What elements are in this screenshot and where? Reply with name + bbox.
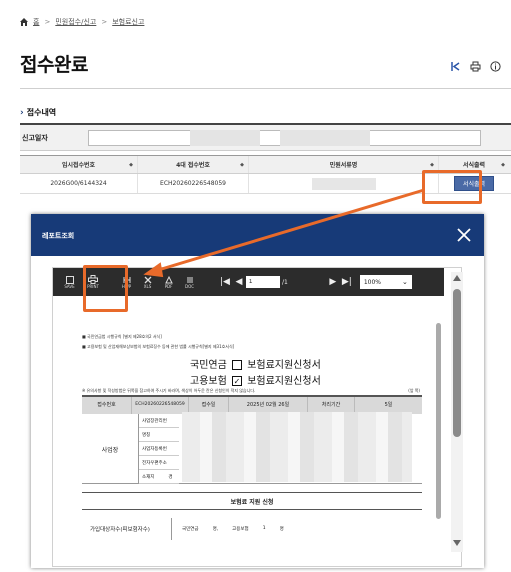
business-sub-label: 전자우편주소 (139, 456, 179, 470)
business-sub-label: 소재지 경 (139, 470, 179, 484)
xls-label: XLS (143, 283, 152, 289)
dialog-header: 레포트조회 (31, 214, 484, 256)
breadcrumb: 홈 > 민원접수/신고 > 보험료신고 (20, 17, 144, 27)
doc-page-side: (앞 쪽) (408, 388, 420, 393)
search-panel: 신고일자 (20, 123, 511, 151)
business-sub-label: 사업장관리번 (139, 414, 179, 428)
doc-section-title: 보험료 지원 신청 (82, 492, 422, 510)
column-header-4-no[interactable]: 4대 접수번호 ◆ (138, 156, 249, 173)
column-header-temp-no[interactable]: 임시접수번호 ◆ (20, 156, 138, 173)
doc-title-pension: 국민연금 보험료지원신청서 (190, 356, 321, 371)
pension-form-label: 보험료지원신청서 (247, 360, 321, 371)
breadcrumb-level1[interactable]: 민원접수/신고 (55, 17, 96, 27)
first-page-icon[interactable] (450, 57, 461, 71)
report-document-page: ■ 국민연금법 시행규칙 [별지 제28호의2 서식] ■ 고용보험 및 산업재… (82, 334, 424, 550)
close-icon[interactable] (456, 227, 472, 243)
zoom-value: 100% (363, 278, 381, 286)
page-total: /1 (282, 278, 288, 286)
breadcrumb-level2[interactable]: 보험료신고 (112, 17, 144, 27)
employ-form-label: 보험료지원신청서 (247, 376, 321, 387)
doc-note-2: ■ 고용보험 및 산업재해보상보험의 보험료징수 등에 관한 법률 시행규칙[별… (82, 344, 235, 349)
pension-label: 국민연금 (190, 360, 227, 371)
title-divider (20, 88, 511, 89)
breadcrumb-separator: > (101, 18, 108, 26)
sort-icon[interactable]: ◆ (240, 162, 244, 168)
business-sub-label: 명칭 (139, 428, 179, 442)
redacted-block (190, 130, 260, 146)
doc-subscriber-row: 가입대상자수(피보험자수) 국민연금 명, 고용보험 1 명 (82, 518, 422, 540)
section-title: 접수내역 (26, 108, 57, 117)
xls-button[interactable]: XLS (137, 276, 158, 289)
page-tools (450, 57, 501, 72)
sort-icon[interactable]: ◆ (129, 162, 133, 168)
subscriber-pension-unit: 명, (212, 527, 219, 532)
highlight-box-form-print (422, 170, 482, 204)
chevron-right-icon: › (20, 107, 24, 118)
chevron-down-icon: ⌄ (401, 278, 408, 286)
viewer-scrollbar[interactable] (451, 272, 463, 552)
redacted-block (280, 130, 370, 146)
employ-checkbox: ✓ (232, 376, 242, 386)
business-sub-label: 사업자등록번 (139, 442, 179, 456)
doc-note-1: ■ 국민연금법 시행규칙 [별지 제28호의2 서식] (82, 334, 162, 339)
last-page-button[interactable]: ▶| (340, 277, 354, 287)
page-number-input[interactable] (246, 276, 280, 288)
pension-checkbox (232, 360, 242, 370)
next-page-button[interactable]: ▶ (326, 277, 340, 287)
document-scrollbar[interactable] (436, 323, 441, 519)
print-icon[interactable] (470, 57, 481, 72)
doc-title-employ: 고용보험 ✓ 보험료지원신청서 (190, 372, 321, 387)
highlight-box-print (83, 265, 128, 312)
redacted-block (311, 177, 376, 190)
subscriber-label: 가입대상자수(피보험자수) (82, 518, 172, 540)
scroll-thumb[interactable] (453, 289, 461, 437)
subscriber-values: 국민연금 명, 고용보험 1 명 (172, 526, 284, 532)
subscriber-pension: 국민연금 (182, 527, 199, 532)
redacted-block (182, 412, 412, 482)
doc-sub-note: ※ 유의사항 및 작성방법은 뒤쪽을 참고하여 주시기 바라며, 색상이 어두운… (82, 388, 256, 393)
breadcrumb-separator: > (44, 18, 51, 26)
save-button[interactable]: SAVE (59, 275, 80, 289)
first-page-button[interactable]: |◀ (218, 277, 232, 287)
report-date-label: 신고일자 (22, 134, 48, 142)
section-header: › 접수내역 (20, 107, 56, 118)
prev-page-button[interactable]: ◀ (232, 277, 246, 287)
sort-icon[interactable]: ◆ (501, 162, 505, 168)
business-label: 사업장 (82, 414, 139, 484)
save-label: SAVE (64, 283, 75, 289)
page-title: 접수완료 (20, 54, 88, 76)
employ-label: 고용보험 (190, 376, 227, 387)
doc-button[interactable]: DOC (179, 276, 200, 289)
receipt-no-label: 접수번호 (82, 397, 132, 414)
cell-temp-no: 2026G00/6144324 (20, 174, 138, 193)
subscriber-employ-count: 1 (262, 526, 266, 531)
dialog-title: 레포트조회 (42, 232, 75, 240)
scroll-down-icon[interactable] (453, 540, 461, 546)
pdf-button[interactable]: PDF (158, 275, 179, 289)
info-icon[interactable] (490, 57, 501, 72)
breadcrumb-home[interactable]: 홈 (33, 17, 39, 27)
doc-label: DOC (184, 283, 195, 289)
zoom-select[interactable]: 100% ⌄ (359, 275, 412, 289)
home-icon[interactable] (20, 18, 28, 26)
column-header-doc-name[interactable]: 민원서류명 ◆ (249, 156, 439, 173)
pdf-label: PDF (164, 283, 173, 289)
scroll-up-icon[interactable] (453, 275, 461, 281)
subscriber-employ-unit: 명 (279, 527, 284, 532)
cell-doc-name (249, 174, 439, 193)
sort-icon[interactable]: ◆ (430, 162, 434, 168)
subscriber-employ: 고용보험 (232, 527, 249, 532)
receipt-no-value: ECH20260226548059 (132, 397, 189, 414)
cell-4-no: ECH20260226548059 (138, 174, 249, 193)
